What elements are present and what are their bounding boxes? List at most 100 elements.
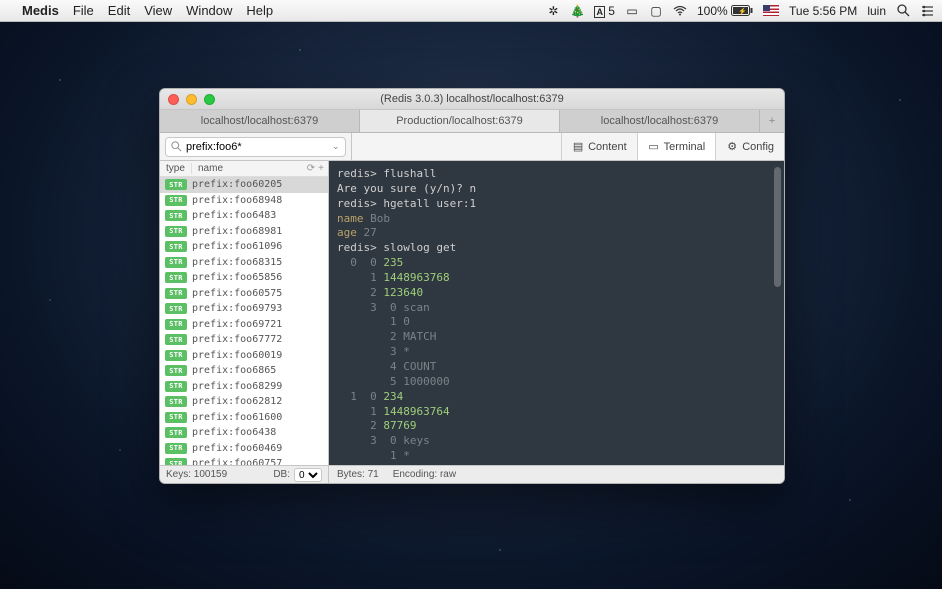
- search-icon: [171, 141, 182, 152]
- key-name: prefix:foo60469: [192, 443, 282, 454]
- tab-add-button[interactable]: +: [760, 110, 784, 132]
- key-row[interactable]: STR prefix:foo68299: [160, 379, 328, 395]
- view-terminal-button[interactable]: ▭ Terminal: [637, 133, 716, 160]
- key-row[interactable]: STR prefix:foo6483: [160, 208, 328, 224]
- status-bar: Keys: 100159 DB: 0 Bytes: 71 Encoding: r…: [160, 465, 784, 483]
- key-name: prefix:foo65856: [192, 272, 282, 283]
- type-badge: STR: [165, 412, 187, 423]
- menubar-user[interactable]: luin: [867, 4, 886, 18]
- menubar-item-window[interactable]: Window: [186, 3, 232, 18]
- type-badge: STR: [165, 458, 187, 465]
- tab-connection-1[interactable]: localhost/localhost:6379: [160, 110, 360, 132]
- view-config-button[interactable]: ⚙ Config: [715, 133, 784, 160]
- key-name: prefix:foo68981: [192, 226, 282, 237]
- menubar-clock[interactable]: Tue 5:56 PM: [789, 4, 857, 18]
- type-badge: STR: [165, 381, 187, 392]
- type-badge: STR: [165, 427, 187, 438]
- add-key-icon[interactable]: +: [318, 163, 324, 174]
- toolbar: ⌄ ▤ Content ▭ Terminal ⚙ Config: [160, 133, 784, 161]
- status-bytes: Bytes: 71: [337, 469, 379, 480]
- key-name: prefix:foo60019: [192, 350, 282, 361]
- menubar-adobe-icon[interactable]: A A 55: [594, 4, 615, 18]
- macos-menubar: Medis File Edit View Window Help ✲ 🎄 A A…: [0, 0, 942, 22]
- key-name: prefix:foo68948: [192, 195, 282, 206]
- key-row[interactable]: STRprefix:foo60019: [160, 348, 328, 364]
- column-type[interactable]: type: [160, 163, 192, 174]
- menubar-item-file[interactable]: File: [73, 3, 94, 18]
- view-segment: ▤ Content ▭ Terminal ⚙ Config: [561, 133, 784, 160]
- key-row[interactable]: STR prefix:foo60575: [160, 286, 328, 302]
- type-badge: STR: [165, 257, 187, 268]
- key-row[interactable]: STRprefix:foo69721: [160, 317, 328, 333]
- key-name: prefix:foo61096: [192, 241, 282, 252]
- key-row[interactable]: STR prefix:foo68948: [160, 193, 328, 209]
- key-search-field[interactable]: ⌄: [165, 137, 346, 157]
- refresh-keys-icon[interactable]: ⟳: [307, 163, 315, 174]
- type-badge: STR: [165, 241, 187, 252]
- type-badge: STR: [165, 195, 187, 206]
- menubar-battery[interactable]: 100% ⚡: [697, 4, 753, 18]
- key-row[interactable]: STRprefix:foo6438: [160, 425, 328, 441]
- key-row[interactable]: STR prefix:foo68315: [160, 255, 328, 271]
- column-name[interactable]: name: [192, 163, 307, 174]
- key-name: prefix:foo6483: [192, 210, 276, 221]
- menubar-item-help[interactable]: Help: [246, 3, 273, 18]
- key-name: prefix:foo62812: [192, 396, 282, 407]
- menubar-tree-icon[interactable]: 🎄: [570, 4, 584, 18]
- key-row[interactable]: STRprefix:foo65856: [160, 270, 328, 286]
- menubar-item-edit[interactable]: Edit: [108, 3, 130, 18]
- terminal-icon: ▭: [648, 141, 660, 153]
- key-name: prefix:foo68315: [192, 257, 282, 268]
- gear-icon: ⚙: [726, 141, 738, 153]
- key-name: prefix:foo61600: [192, 412, 282, 423]
- key-search-input[interactable]: [186, 141, 328, 153]
- type-badge: STR: [165, 303, 187, 314]
- type-badge: STR: [165, 396, 187, 407]
- menubar-notification-icon[interactable]: [920, 4, 934, 18]
- key-row[interactable]: STRprefix:foo69793: [160, 301, 328, 317]
- window-minimize-button[interactable]: [186, 94, 197, 105]
- key-row[interactable]: STRprefix:foo60205: [160, 177, 328, 193]
- key-list-panel: type name ⟳ + STRprefix:foo60205STRprefi…: [160, 161, 329, 465]
- key-search: ⌄: [160, 133, 352, 160]
- type-badge: STR: [165, 288, 187, 299]
- window-close-button[interactable]: [168, 94, 179, 105]
- menubar-item-view[interactable]: View: [144, 3, 172, 18]
- menubar-airplay-icon[interactable]: ▢: [649, 4, 663, 18]
- key-row[interactable]: STRprefix:foo60469: [160, 441, 328, 457]
- key-name: prefix:foo68299: [192, 381, 282, 392]
- key-name: prefix:foo69721: [192, 319, 282, 330]
- menubar-extra-icon[interactable]: ✲: [546, 4, 560, 18]
- terminal-scrollbar[interactable]: [774, 167, 781, 287]
- key-row[interactable]: STRprefix:foo67772: [160, 332, 328, 348]
- menubar-spotlight-icon[interactable]: [896, 4, 910, 18]
- app-window: (Redis 3.0.3) localhost/localhost:6379 l…: [159, 88, 785, 484]
- key-row[interactable]: STR prefix:foo62812: [160, 394, 328, 410]
- connection-tabs: localhost/localhost:6379 Production/loca…: [160, 110, 784, 133]
- key-name: prefix:foo60575: [192, 288, 282, 299]
- window-title: (Redis 3.0.3) localhost/localhost:6379: [160, 93, 784, 105]
- key-name: prefix:foo67772: [192, 334, 282, 345]
- key-row[interactable]: STR prefix:foo61600: [160, 410, 328, 426]
- svg-text:⚡: ⚡: [738, 6, 747, 15]
- view-content-button[interactable]: ▤ Content: [561, 133, 637, 160]
- menubar-wifi-icon[interactable]: [673, 4, 687, 18]
- type-badge: STR: [165, 365, 187, 376]
- tab-connection-2[interactable]: Production/localhost:6379: [360, 110, 560, 132]
- db-select[interactable]: 0: [294, 468, 322, 482]
- type-badge: STR: [165, 226, 187, 237]
- status-db: DB: 0: [273, 468, 322, 482]
- window-zoom-button[interactable]: [204, 94, 215, 105]
- type-badge: STR: [165, 210, 187, 221]
- key-row[interactable]: STRprefix:foo60757: [160, 456, 328, 465]
- window-titlebar[interactable]: (Redis 3.0.3) localhost/localhost:6379: [160, 89, 784, 110]
- menubar-app-name[interactable]: Medis: [22, 3, 59, 18]
- key-row[interactable]: STR prefix:foo61096: [160, 239, 328, 255]
- tab-connection-3[interactable]: localhost/localhost:6379: [560, 110, 760, 132]
- search-history-chevron-icon[interactable]: ⌄: [332, 141, 340, 152]
- terminal-panel[interactable]: redis> flushall Are you sure (y/n)? n re…: [329, 161, 784, 465]
- key-row[interactable]: STRprefix:foo6865: [160, 363, 328, 379]
- menubar-display-icon[interactable]: ▭: [625, 4, 639, 18]
- menubar-input-flag-icon[interactable]: [763, 5, 779, 16]
- key-row[interactable]: STR prefix:foo68981: [160, 224, 328, 240]
